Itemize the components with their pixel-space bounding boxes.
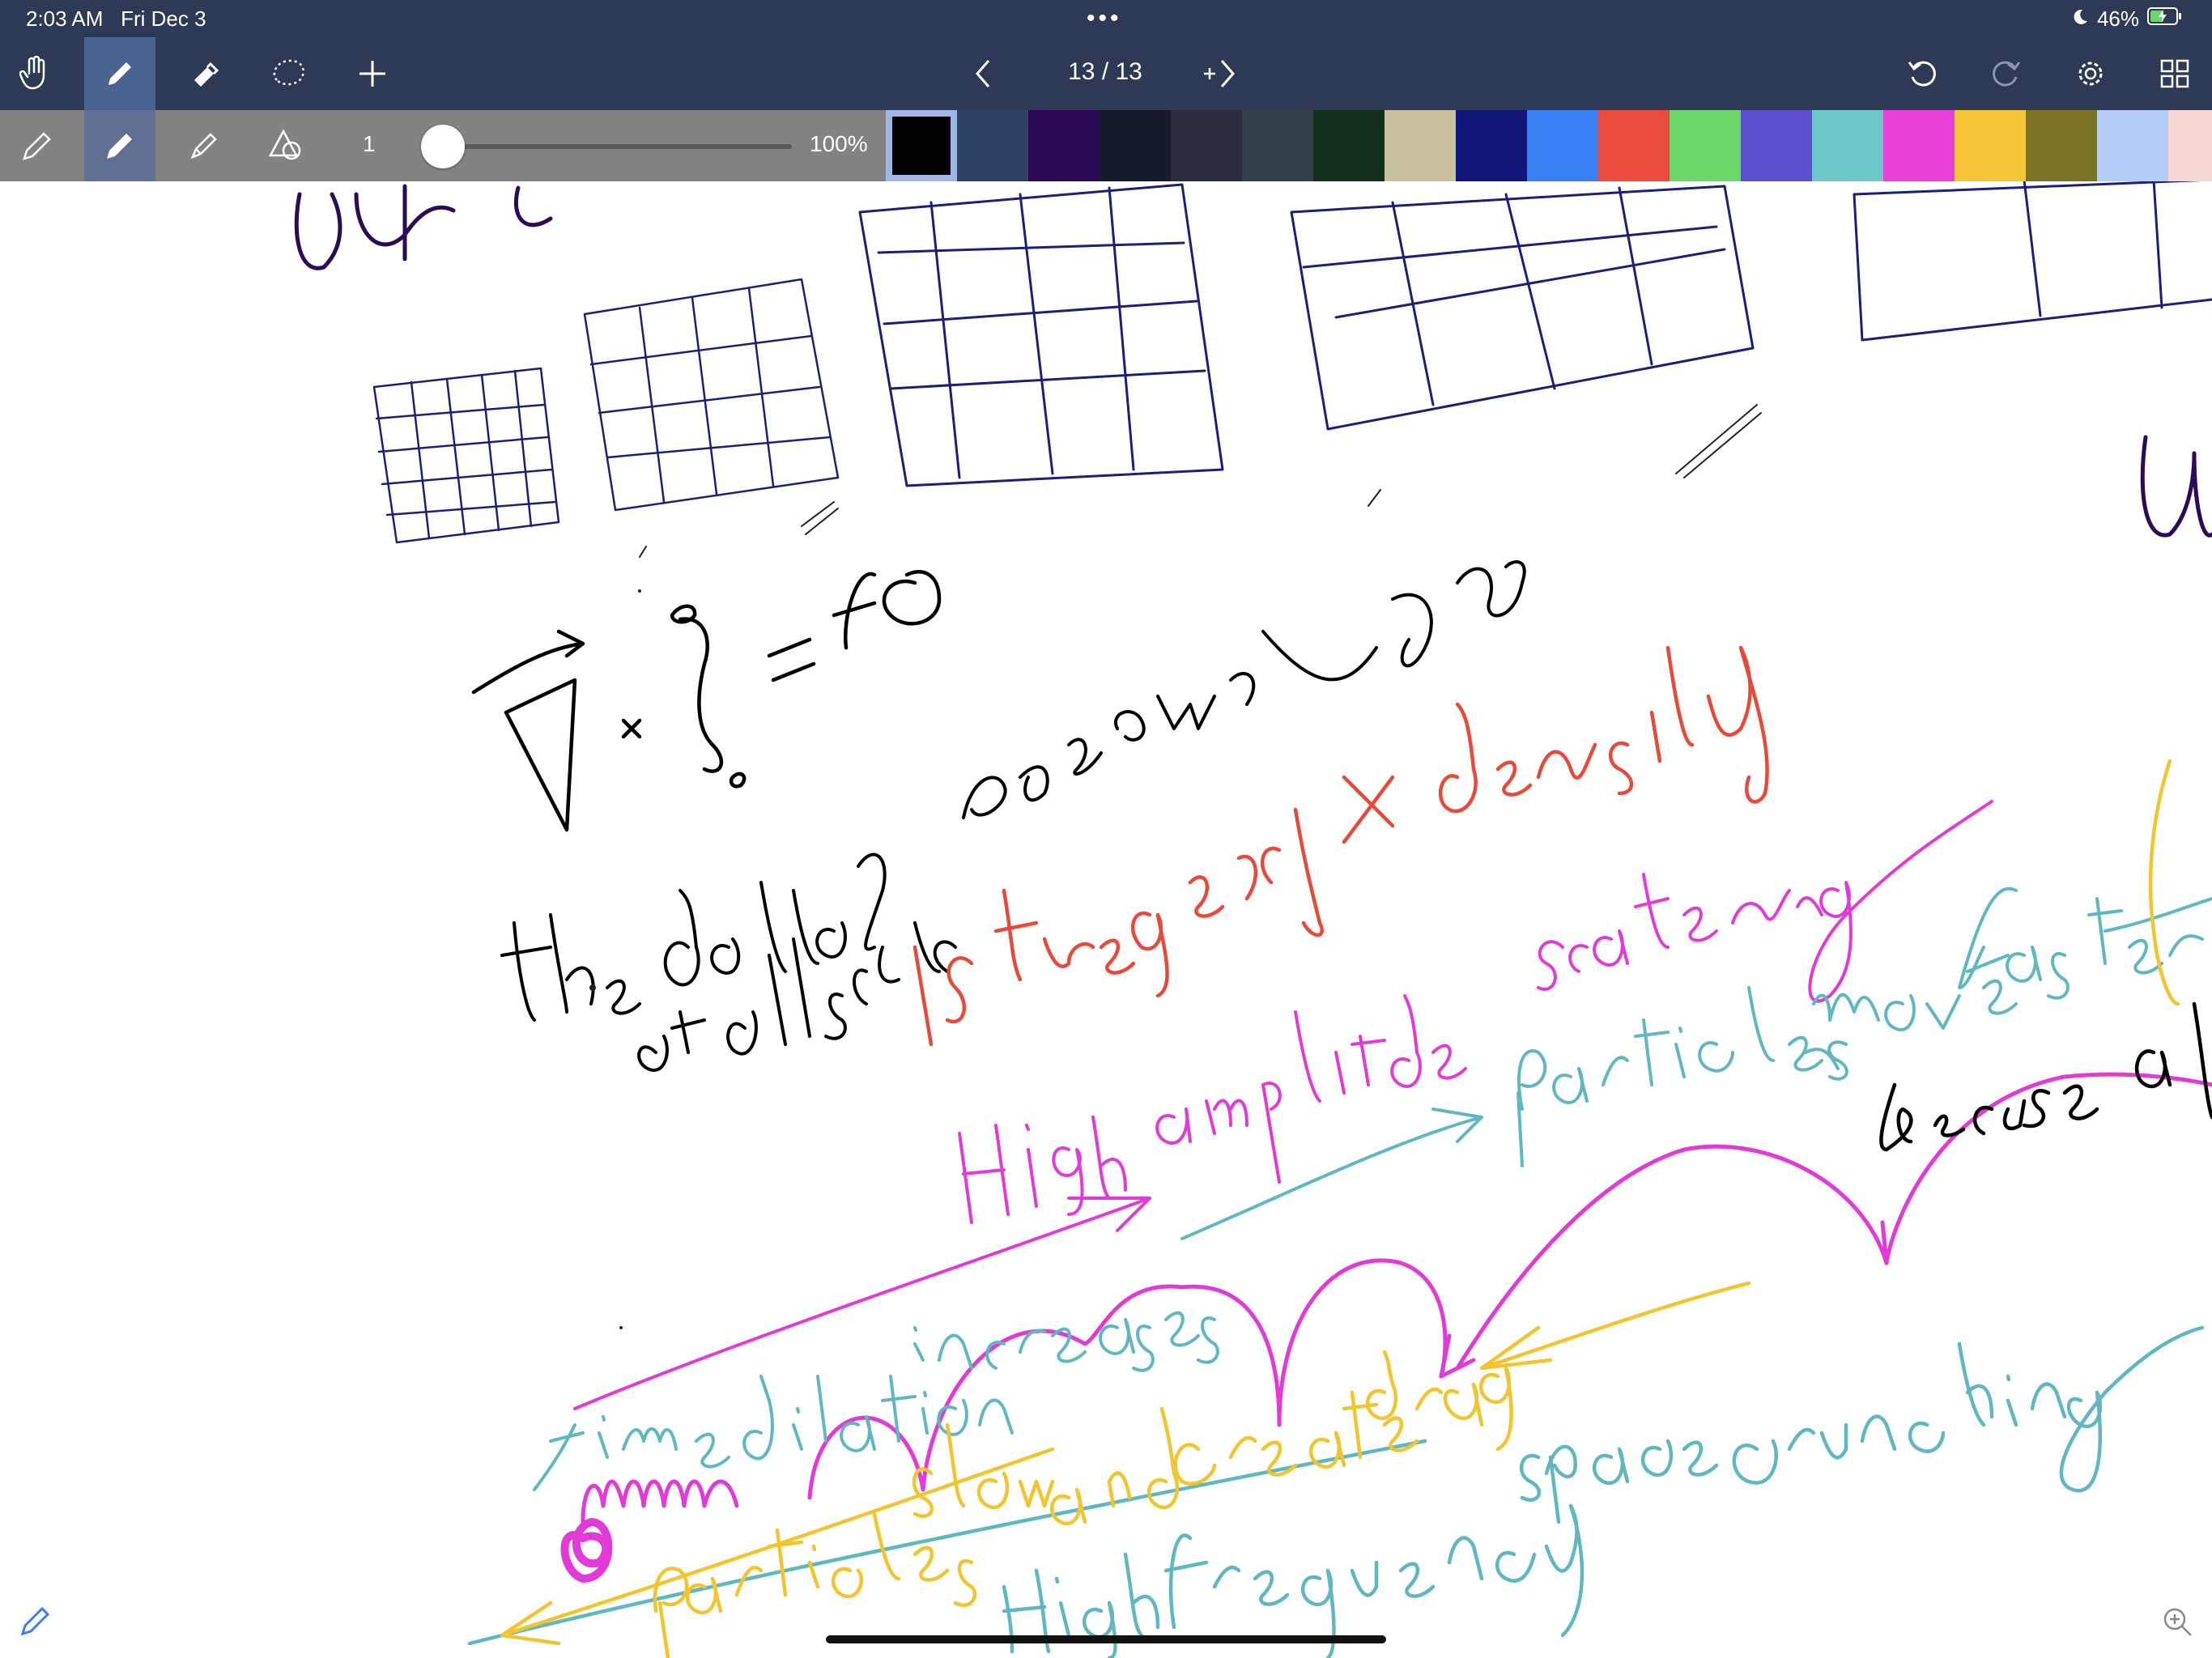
ballpoint-style-button[interactable]: [84, 110, 155, 181]
add-button[interactable]: [337, 37, 408, 110]
multitasking-dots-icon[interactable]: •••: [1087, 5, 1122, 32]
shapes-icon: [268, 129, 301, 160]
ink-text-because-a: [1879, 1001, 2212, 1152]
eraser-icon: [194, 62, 219, 87]
home-indicator[interactable]: [826, 1635, 1386, 1643]
moon-icon: [2071, 6, 2089, 32]
ink-stray-dots: [589, 589, 641, 1329]
chevron-left-icon: [976, 60, 990, 87]
ink-formula-curl: [471, 570, 942, 832]
next-add-page-button[interactable]: [1184, 37, 1255, 110]
color-swatch[interactable]: [1242, 110, 1313, 181]
pen-filled-icon: [107, 134, 132, 159]
pen-icon: [108, 62, 131, 85]
redo-button[interactable]: [1971, 37, 2042, 110]
ink-text-spacetime-gravity: [962, 560, 1526, 819]
ink-grid-cutoff: [1853, 181, 2212, 342]
pen-options-bar: 1 100%: [0, 110, 2212, 181]
ink-hatch-marks: [639, 404, 1762, 558]
page-grid-button[interactable]: [2139, 37, 2210, 110]
ink-purple-fragments: [294, 184, 2212, 538]
color-swatch[interactable]: [1883, 110, 1955, 181]
ink-text-is-frequency-x-density: [912, 645, 1769, 1047]
page-counter: 13 / 13: [1068, 58, 1142, 85]
highlighter-icon: [190, 133, 217, 159]
status-date: Fri Dec 3: [121, 6, 206, 31]
opacity-label: 100%: [810, 131, 868, 156]
gear-icon: [2078, 62, 2103, 86]
ink-teal-arrow: [1180, 1107, 1483, 1240]
color-swatch[interactable]: [957, 110, 1028, 181]
ink-grid-xlarge: [1290, 185, 1755, 431]
status-time: 2:03 AM: [26, 6, 104, 31]
ink-text-particles-move-faster: [1516, 886, 2212, 1167]
status-time-date: 2:03 AM Fri Dec 3: [26, 6, 206, 32]
drawing-canvas[interactable]: [0, 181, 2212, 1658]
ink-text-particles-slow-and-create-drag: [653, 1350, 1513, 1658]
redo-icon: [1993, 61, 2021, 87]
undo-button[interactable]: [1887, 37, 1958, 110]
grid-icon: [2160, 59, 2189, 88]
status-bar: 2:03 AM Fri Dec 3 ••• 46%: [0, 0, 2212, 37]
pencil-outline-icon: [23, 132, 51, 160]
color-swatch[interactable]: [1670, 110, 1741, 181]
ink-text-high-frequency-space-crunching: [467, 1325, 2205, 1658]
zoom-icon[interactable]: [2160, 1605, 2196, 1644]
color-swatch[interactable]: [2168, 110, 2212, 181]
settings-button[interactable]: [2055, 37, 2126, 110]
color-swatch[interactable]: [1812, 110, 1883, 181]
color-swatch[interactable]: [2097, 110, 2168, 181]
ink-magenta-loops: [581, 1072, 2212, 1524]
battery-icon: [2147, 6, 2183, 32]
ink-text-time-dilation-increases: [533, 1311, 1219, 1491]
eraser-tool-button[interactable]: [168, 37, 240, 110]
pen-quick-tool-icon[interactable]: [18, 1603, 53, 1643]
highlighter-style-button[interactable]: [168, 110, 240, 181]
color-palette: [886, 110, 2212, 181]
ink-grid-small: [372, 367, 560, 544]
hand-icon: [19, 56, 45, 90]
color-swatch[interactable]: [1527, 110, 1598, 181]
stroke-size-slider-knob[interactable]: [421, 125, 465, 168]
shape-style-button[interactable]: [251, 110, 322, 181]
ink-yellow-arrows: [500, 759, 2180, 1646]
color-swatch[interactable]: [886, 110, 957, 181]
color-swatch[interactable]: [1598, 110, 1670, 181]
color-swatch[interactable]: [2026, 110, 2097, 181]
ink-magenta-scribble-dot: [560, 1518, 613, 1583]
plus-chevron-right-icon: [1204, 60, 1235, 87]
color-swatch[interactable]: [1100, 110, 1171, 181]
previous-page-button[interactable]: [947, 37, 1019, 110]
color-swatch[interactable]: [1741, 110, 1812, 181]
color-swatch[interactable]: [1385, 110, 1456, 181]
ink-text-the-delta: [500, 852, 887, 1022]
ink-grid-medium: [583, 278, 840, 512]
ink-grid-large: [858, 183, 1224, 487]
pencil-style-button[interactable]: [2, 110, 73, 181]
color-swatch[interactable]: [1313, 110, 1385, 181]
plus-icon: [359, 61, 385, 87]
hand-tool-button[interactable]: [0, 37, 71, 110]
status-right: 46%: [2071, 6, 2183, 32]
color-swatch[interactable]: [1028, 110, 1100, 181]
color-swatch[interactable]: [1955, 110, 2026, 181]
pen-tool-button[interactable]: [84, 37, 155, 110]
stroke-size-slider[interactable]: [442, 144, 792, 149]
main-toolbar: 13 / 13: [0, 37, 2212, 110]
lasso-tool-button[interactable]: [253, 37, 324, 110]
lasso-icon: [273, 59, 304, 86]
stroke-size-label: 1: [363, 131, 376, 156]
battery-percent: 46%: [2096, 6, 2139, 31]
color-swatch[interactable]: [1171, 110, 1242, 181]
color-swatch[interactable]: [1456, 110, 1527, 181]
ink-text-high-amplitude-scattering: [958, 800, 1993, 1224]
ink-magenta-arrow: [573, 1197, 1151, 1410]
undo-icon: [1908, 61, 1936, 87]
